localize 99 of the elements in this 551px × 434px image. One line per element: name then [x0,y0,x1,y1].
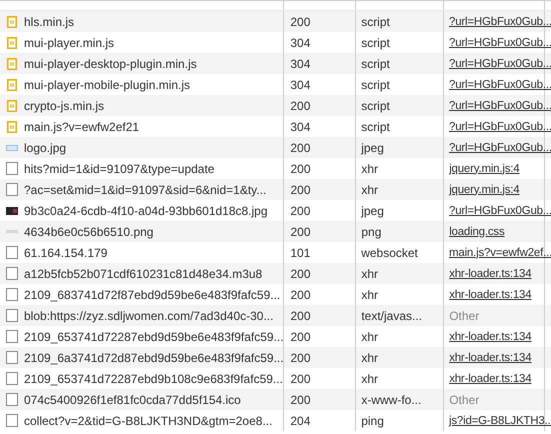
request-name[interactable]: hls.min.js [24,14,74,28]
resource-type: websocket [361,246,418,260]
status-code: 200 [290,14,310,28]
request-name[interactable]: mui-player-desktop-plugin.min.js [24,56,197,70]
image-file-icon [6,144,18,150]
request-name[interactable]: 9b3c0a24-6cdb-4f10-a04d-93bb601d18c8.jpg [24,204,268,218]
initiator-link[interactable]: main.js?v=ewfw2ef... [449,246,551,258]
resource-type: xhr [361,288,378,302]
resource-type: xhr [361,330,378,344]
status-code: 200 [290,162,310,176]
initiator-link[interactable]: ?url=HGbFux0Gub... [449,120,551,132]
script-file-icon [6,58,18,70]
request-name[interactable]: logo.jpg [24,140,66,154]
initiator-link[interactable]: ?url=HGbFux0Gub... [449,16,551,28]
resource-type: xhr [361,372,378,386]
initiator-link[interactable]: ?url=HGbFux0Gub... [449,204,551,216]
status-code: 200 [290,330,310,344]
request-name[interactable]: mui-player.min.js [24,36,114,50]
status-code: 200 [290,392,310,406]
document-icon [6,288,18,301]
initiator-text: Other [449,392,480,406]
request-name[interactable]: 2109_6a3741d72d87ebd9d59be6e483f9fafc59... [24,350,284,364]
request-name[interactable]: a12b5fcb52b071cdf610231c81d48e34.m3u8 [24,266,262,280]
status-code: 304 [290,78,310,92]
status-code: 204 [290,414,310,428]
status-code: 200 [290,288,310,302]
script-file-icon [6,36,18,48]
status-code: 304 [290,120,310,134]
script-file-icon [6,120,18,132]
resource-type: script [361,98,390,112]
status-code: 200 [290,224,310,238]
status-code: 200 [290,182,310,196]
initiator-link[interactable]: loading.css [449,226,505,238]
status-code: 200 [290,140,310,154]
status-code: 200 [290,308,310,322]
initiator-link[interactable]: xhr-loader.ts:134 [449,330,532,342]
document-icon [6,246,18,259]
resource-type: ping [361,414,384,428]
request-name[interactable]: collect?v=2&tid=G-B8LJKTH3ND&gtm=2oe8... [24,414,272,428]
request-name[interactable]: blob:https://zyz.sdljwomen.com/7ad3d40c-30... [24,308,274,322]
script-file-icon [6,100,18,112]
request-name[interactable]: ?ac=set&mid=1&id=91097&sid=6&nid=1&ty... [24,182,266,196]
status-code: 304 [290,36,310,50]
resource-type: script [361,56,390,70]
resource-type: xhr [361,162,378,176]
initiator-link[interactable]: ?url=HGbFux0Gub... [449,142,551,154]
request-name[interactable]: 61.164.154.179 [24,246,108,260]
script-file-icon [6,16,18,28]
document-icon [6,330,18,343]
status-code: 200 [290,350,310,364]
resource-type: xhr [361,266,378,280]
resource-type: script [361,36,390,50]
document-icon [6,372,18,385]
request-name[interactable]: 2109_683741d72f87ebd9d59be6e483f9fafc59... [24,288,280,302]
initiator-link[interactable]: xhr-loader.ts:134 [449,352,532,364]
document-icon [6,351,18,364]
resource-type: png [361,224,382,238]
initiator-link[interactable]: jquery.min.js:4 [449,184,520,196]
initiator-link[interactable]: xhr-loader.ts:134 [449,268,532,280]
document-icon [6,183,18,196]
initiator-link[interactable]: xhr-loader.ts:134 [449,372,532,384]
initiator-link[interactable]: jquery.min.js:4 [449,162,520,174]
status-code: 200 [290,372,310,386]
initiator-link[interactable]: ?url=HGbFux0Gub... [449,36,551,48]
status-code: 200 [290,266,310,280]
document-icon [6,267,18,280]
status-code: 101 [290,246,310,260]
request-name[interactable]: hits?mid=1&id=91097&type=update [24,162,214,176]
resource-type: jpeg [361,140,384,154]
request-name[interactable]: mui-player-mobile-plugin.min.js [24,78,190,92]
resource-type: script [361,120,390,134]
initiator-text: Other [449,308,480,322]
status-code: 200 [290,204,310,218]
document-icon [6,393,18,406]
resource-type: xhr [361,182,378,196]
resource-type: xhr [361,350,378,364]
initiator-link[interactable]: xhr-loader.ts:134 [449,288,532,300]
status-code: 304 [290,56,310,70]
status-code: 200 [290,98,310,112]
thumbnail-icon [6,206,18,214]
request-name[interactable]: crypto-js.min.js [24,98,104,112]
request-name[interactable]: 2109_653741d72287ebd9b108c9e683f9fafc59... [24,372,283,386]
initiator-link[interactable]: js?id=G-B8LJKTH3... [449,414,551,426]
initiator-link[interactable]: ?url=HGbFux0Gub... [449,100,551,112]
resource-type: x-www-fo... [361,392,422,406]
document-icon [6,309,18,322]
request-name[interactable]: 074c5400926f1ef81fc0cda77dd5f154.ico [24,392,241,406]
request-name[interactable]: 2109_653741d72287ebd9d59be6e483f9fafc59... [24,330,284,344]
script-file-icon [6,78,18,90]
initiator-link[interactable]: ?url=HGbFux0Gub... [449,58,551,70]
request-name[interactable]: 4634b6e0c56b6510.png [24,224,154,238]
request-name[interactable]: main.js?v=ewfw2ef21 [24,120,140,134]
resource-type: script [361,14,390,28]
resource-type: script [361,78,390,92]
document-icon [6,414,18,427]
resource-type: text/javas... [361,308,422,322]
document-icon [6,162,18,175]
initiator-link[interactable]: ?url=HGbFux0Gub... [449,78,551,90]
resource-type: jpeg [361,204,384,218]
